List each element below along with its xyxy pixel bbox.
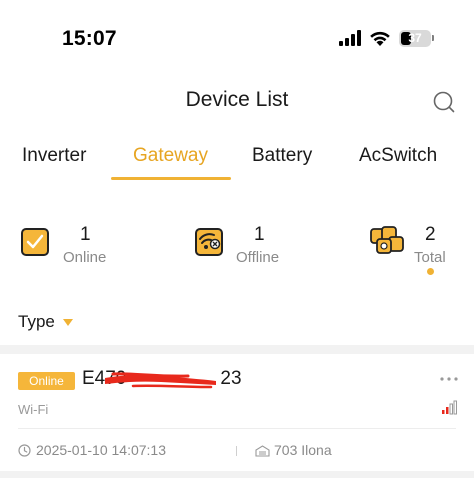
tab-battery[interactable]: Battery: [252, 145, 312, 167]
type-filter[interactable]: Type: [18, 312, 73, 332]
total-count: 2: [425, 224, 436, 245]
wifi-icon: [370, 31, 390, 46]
section-divider: [0, 345, 474, 354]
tab-inverter[interactable]: Inverter: [22, 145, 86, 167]
offline-gateway-icon: [195, 228, 223, 256]
connection-type: Wi-Fi: [18, 402, 49, 417]
total-label: Total: [414, 249, 446, 266]
last-update-time: 2025-01-10 14:07:13: [36, 442, 166, 458]
active-tab-indicator: [111, 177, 231, 180]
offline-label: Offline: [236, 249, 280, 266]
card-divider: [18, 428, 456, 429]
caret-down-icon: [62, 318, 73, 326]
online-check-icon: [21, 228, 49, 256]
online-label: Online: [63, 249, 107, 266]
page-title: Device List: [185, 88, 289, 111]
plant-name: 703 Ilona: [274, 442, 332, 458]
tab-acswitch[interactable]: AcSwitch: [359, 145, 437, 167]
offline-count: 1: [254, 224, 265, 245]
device-serial-suffix: 23: [220, 368, 242, 389]
signal-strength-icon: [442, 400, 457, 415]
battery-icon: 37: [399, 29, 434, 47]
status-badge: Online: [18, 372, 75, 390]
plant-icon: [255, 445, 270, 457]
device-type-tabs: Inverter Gateway Battery AcSwitch: [0, 140, 474, 182]
meta-separator: [236, 446, 237, 456]
clock-icon: [18, 444, 31, 457]
bottom-divider: [0, 471, 474, 478]
status-clock: 15:07: [62, 27, 117, 50]
status-bar: 15:07 37: [0, 0, 474, 70]
search-icon[interactable]: [432, 90, 456, 114]
cellular-signal-icon: [339, 30, 361, 46]
type-filter-label: Type: [18, 312, 55, 331]
tab-gateway[interactable]: Gateway: [133, 145, 208, 167]
selected-indicator-dot: [427, 268, 434, 275]
status-icons: 37: [339, 28, 434, 48]
battery-level: 37: [408, 31, 422, 45]
device-card[interactable]: Online E470 23 Wi-Fi 2025-01-10 14:07:13 …: [0, 354, 474, 471]
battery-body: 37: [399, 29, 431, 47]
more-options-icon[interactable]: [440, 376, 458, 382]
online-count: 1: [80, 224, 91, 245]
redaction-mark: [105, 372, 216, 389]
total-devices-icon: [370, 226, 404, 254]
